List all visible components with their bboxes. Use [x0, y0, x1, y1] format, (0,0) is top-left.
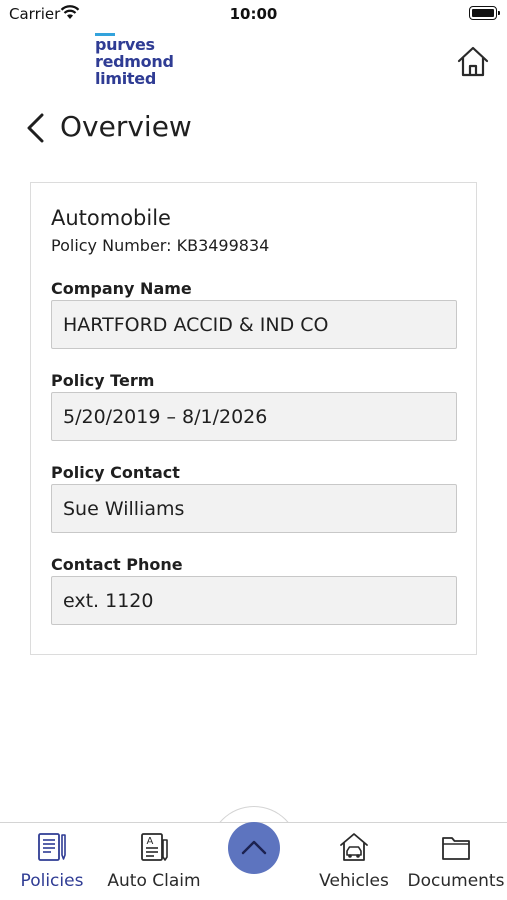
tab-vehicles[interactable]: Vehicles [304, 823, 404, 900]
policy-term-label: Policy Term [51, 371, 155, 390]
expand-menu-button[interactable] [228, 822, 280, 874]
tab-documents-label: Documents [407, 871, 505, 891]
auto-claim-icon: A [141, 833, 168, 861]
tab-documents[interactable]: Documents [406, 823, 506, 900]
chevron-left-icon [27, 113, 44, 143]
policies-icon [38, 833, 66, 861]
battery-icon [469, 6, 500, 20]
policy-number-label: Policy Number: [51, 236, 172, 255]
back-button[interactable] [24, 112, 48, 144]
contact-phone-label: Contact Phone [51, 555, 183, 574]
policy-number-value: KB3499834 [176, 236, 270, 255]
tab-vehicles-label: Vehicles [319, 871, 389, 891]
policy-contact-label: Policy Contact [51, 463, 180, 482]
policy-type: Automobile [51, 206, 171, 230]
company-name-field: HARTFORD ACCID & IND CO [51, 300, 457, 349]
policy-number: Policy Number: KB3499834 [51, 236, 269, 255]
logo-line-1: purves [95, 35, 155, 54]
status-bar: Carrier 10:00 [0, 0, 507, 28]
vehicles-icon [340, 833, 368, 861]
tab-auto-claim-label: Auto Claim [107, 871, 201, 891]
clock: 10:00 [229, 5, 278, 23]
svg-text:A: A [147, 836, 154, 847]
logo-line-3: limited [95, 69, 156, 88]
chevron-up-icon [241, 840, 267, 855]
documents-icon [442, 837, 470, 860]
policy-card: Automobile Policy Number: KB3499834 Comp… [30, 182, 477, 655]
policy-contact-field: Sue Williams [51, 484, 457, 533]
screen: Carrier 10:00 purves redmond limited Ove… [0, 0, 507, 900]
home-icon [457, 46, 489, 77]
policy-term-field: 5/20/2019 – 8/1/2026 [51, 392, 457, 441]
tab-policies[interactable]: Policies [2, 823, 102, 900]
logo-accent-bar [95, 33, 115, 36]
logo-line-2: redmond [95, 52, 174, 71]
page-title: Overview [60, 110, 192, 143]
contact-phone-field[interactable]: ext. 1120 [51, 576, 457, 625]
tab-policies-label: Policies [20, 871, 84, 891]
tab-auto-claim[interactable]: A Auto Claim [104, 823, 204, 900]
home-button[interactable] [456, 45, 490, 79]
company-logo: purves redmond limited [95, 33, 185, 88]
company-name-label: Company Name [51, 279, 192, 298]
